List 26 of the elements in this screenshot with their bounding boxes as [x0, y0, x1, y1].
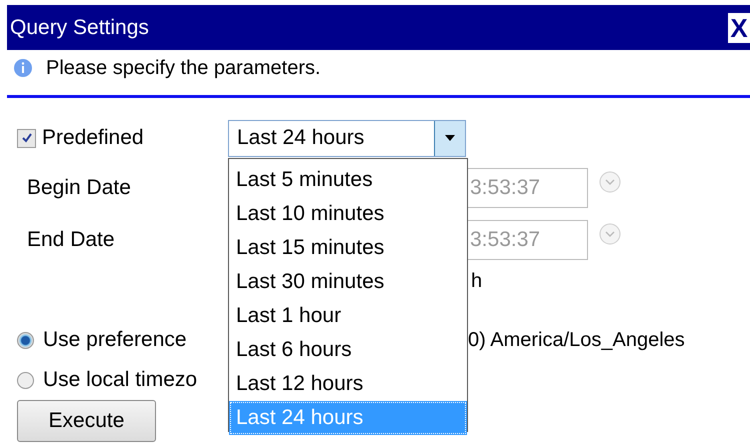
dropdown-option[interactable]: Last 30 minutes	[229, 265, 467, 299]
begin-date-label: Begin Date	[27, 176, 131, 199]
end-date-label: End Date	[27, 228, 115, 251]
window-title: Query Settings	[9, 16, 149, 40]
clock-icon[interactable]	[599, 223, 621, 245]
check-icon	[20, 132, 32, 144]
close-button[interactable]: X	[728, 12, 750, 42]
clock-icon[interactable]	[599, 171, 621, 193]
dropdown-option[interactable]: Last 1 hour	[229, 299, 467, 333]
timezone-text: 0) America/Los_Angeles	[468, 328, 685, 352]
radio-label: Use preference	[43, 328, 187, 351]
dropdown-option[interactable]: Last 5 minutes	[229, 163, 467, 197]
radio-label: Use local timezo	[43, 368, 198, 391]
info-icon	[13, 58, 33, 78]
info-message: Please specify the parameters.	[46, 56, 321, 80]
dropdown-option[interactable]: Last 12 hours	[229, 367, 467, 401]
predefined-select[interactable]: Last 24 hours	[228, 120, 466, 156]
dropdown-option[interactable]: Last 10 minutes	[229, 197, 467, 231]
predefined-checkbox[interactable]	[17, 128, 36, 148]
timezone-radio[interactable]	[17, 372, 34, 388]
partial-text: h	[471, 270, 482, 292]
checkbox-label: Predefined	[42, 126, 144, 150]
dropdown-option[interactable]: Last 15 minutes	[229, 231, 467, 265]
execute-button[interactable]: Execute	[17, 400, 156, 442]
dropdown-option[interactable]: Last 6 hours	[229, 333, 467, 367]
timezone-radio[interactable]	[17, 332, 34, 348]
